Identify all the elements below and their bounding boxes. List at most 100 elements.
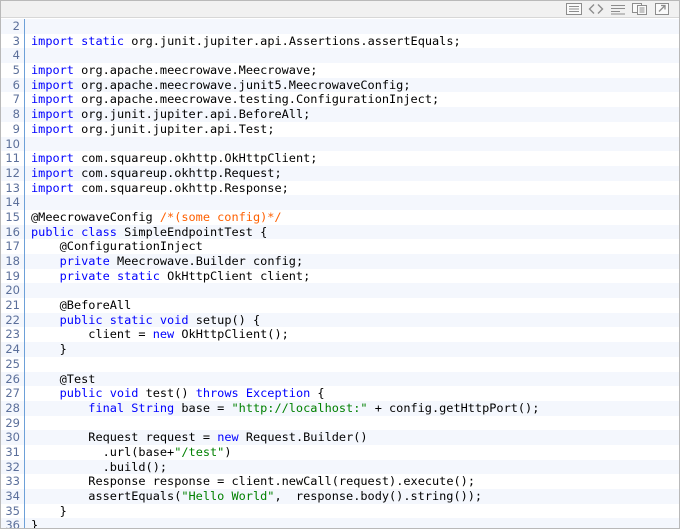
code-line: 28 final String base = "http://localhost… [1,400,679,416]
code-line: 33 Response response = client.newCall(re… [1,474,679,489]
line-number: 34 [1,489,25,504]
code-text: import org.apache.meecrowave.junit5.Meec… [31,77,411,92]
code-line: 20 [1,283,679,299]
code-line: 15 @MeecrowaveConfig /*(some config)*/ [1,209,679,225]
line-number: 21 [1,298,25,313]
code-text: .build(); [31,459,168,474]
line-number: 2 [1,19,25,34]
line-number: 25 [1,356,25,372]
line-number: 14 [1,195,25,210]
line-number: 31 [1,444,25,460]
code-line: 26 @Test [1,371,679,387]
code-line: 6 import org.apache.meecrowave.junit5.Mee… [1,77,679,93]
code-line: 35 } [1,503,679,519]
line-number: 7 [1,92,25,108]
code-text: final String base = "http://localhost:" … [88,400,540,415]
line-number: 10 [1,136,25,152]
line-number: 20 [1,283,25,299]
code-line: 5 import org.apache.meecrowave.Meecrowave… [1,63,679,78]
code-line: 18 private Meecrowave.Builder config; [1,254,679,269]
code-text: client = new OkHttpClient(); [88,327,289,342]
line-number: 30 [1,430,25,445]
code-text: private Meecrowave.Builder config; [59,254,304,268]
code-line: 22 public static void setup() { [1,312,679,328]
code-line: 4 [1,48,679,64]
code-line: 14 [1,195,679,210]
code-text: private static OkHttpClient client; [59,268,311,283]
code-toolbar [1,1,679,18]
line-number: 33 [1,474,25,489]
code-text: .url(base+"/test") [31,444,232,459]
code-line: 32 .build(); [1,459,679,475]
line-number: 24 [1,342,25,357]
line-number: 8 [1,107,25,122]
line-number: 27 [1,386,25,401]
code-text: assertEquals("Hello World", response.bod… [88,489,483,503]
code-line: 12 import com.squareup.okhttp.Request; [1,165,679,181]
line-number: 22 [1,312,25,328]
code-text: import static org.junit.jupiter.api.Asse… [31,33,461,48]
code-line: 19 private static OkHttpClient client; [1,268,679,284]
code-text: Response response = client.newCall(reque… [88,474,475,489]
line-number: 29 [1,415,25,431]
code-line: 21 @BeforeAll [1,298,679,313]
line-number: 5 [1,63,25,78]
code-text: Request request = new Request.Builder() [88,430,368,445]
code-text: import org.apache.meecrowave.Meecrowave; [31,63,318,78]
code-line: 27 public void test() throws Exception { [1,386,679,401]
code-line: 24 } [1,342,679,357]
code-text: public class SimpleEndpointTest { [31,224,268,239]
code-text: public static void setup() { [59,312,261,327]
code-line: 31 .url(base+"/test") [1,444,679,460]
line-number: 18 [1,254,25,269]
code-text: @MeecrowaveConfig /*(some config)*/ [31,209,282,224]
code-line: 36} [1,518,679,528]
code-brackets-icon[interactable] [587,3,605,16]
code-line: 25 [1,356,679,372]
code-line: 23 client = new OkHttpClient(); [1,327,679,343]
code-line: 3 import static org.junit.jupiter.api.Ass… [1,33,679,49]
code-text: import com.squareup.okhttp.Request; [31,165,282,180]
copy-icon[interactable] [631,3,649,16]
line-number: 11 [1,151,25,166]
code-text: @BeforeAll [59,298,132,313]
wrap-lines-icon[interactable] [609,3,627,16]
view-source-icon[interactable] [565,3,583,16]
line-number: 6 [1,77,25,93]
code-text: import org.junit.jupiter.api.Test; [31,121,275,136]
line-number: 36 [1,518,25,528]
line-number: 13 [1,180,25,196]
code-text: } [31,503,67,518]
code-line: 10 [1,136,679,152]
code-text: public void test() throws Exception { [59,386,325,401]
code-text: @Test [59,371,96,386]
code-text: import com.squareup.okhttp.OkHttpClient; [31,151,318,166]
line-number: 9 [1,121,25,137]
code-line: 7 import org.apache.meecrowave.testing.Co… [1,92,679,108]
line-number: 17 [1,239,25,254]
code-body[interactable]: 2 3 import static org.junit.jupiter.api.As… [1,19,679,528]
code-line: 13 import com.squareup.okhttp.Response; [1,180,679,196]
line-number: 12 [1,165,25,181]
code-text: import org.junit.jupiter.api.BeforeAll; [31,107,311,122]
line-number: 19 [1,268,25,284]
code-line: 2 [1,19,679,34]
line-number: 15 [1,209,25,225]
popout-icon[interactable] [653,3,671,16]
code-line: 9 import org.junit.jupiter.api.Test; [1,121,679,137]
code-line: 30 Request request = new Request.Builder… [1,430,679,445]
code-line: 17 @ConfigurationInject [1,239,679,254]
line-number: 4 [1,48,25,64]
code-text: import org.apache.meecrowave.testing.Con… [31,92,440,107]
line-number: 35 [1,503,25,519]
code-text: @ConfigurationInject [59,239,203,254]
code-line: 34 assertEquals("Hello World", response.… [1,489,679,504]
line-number: 23 [1,327,25,343]
code-text: } [31,518,39,528]
